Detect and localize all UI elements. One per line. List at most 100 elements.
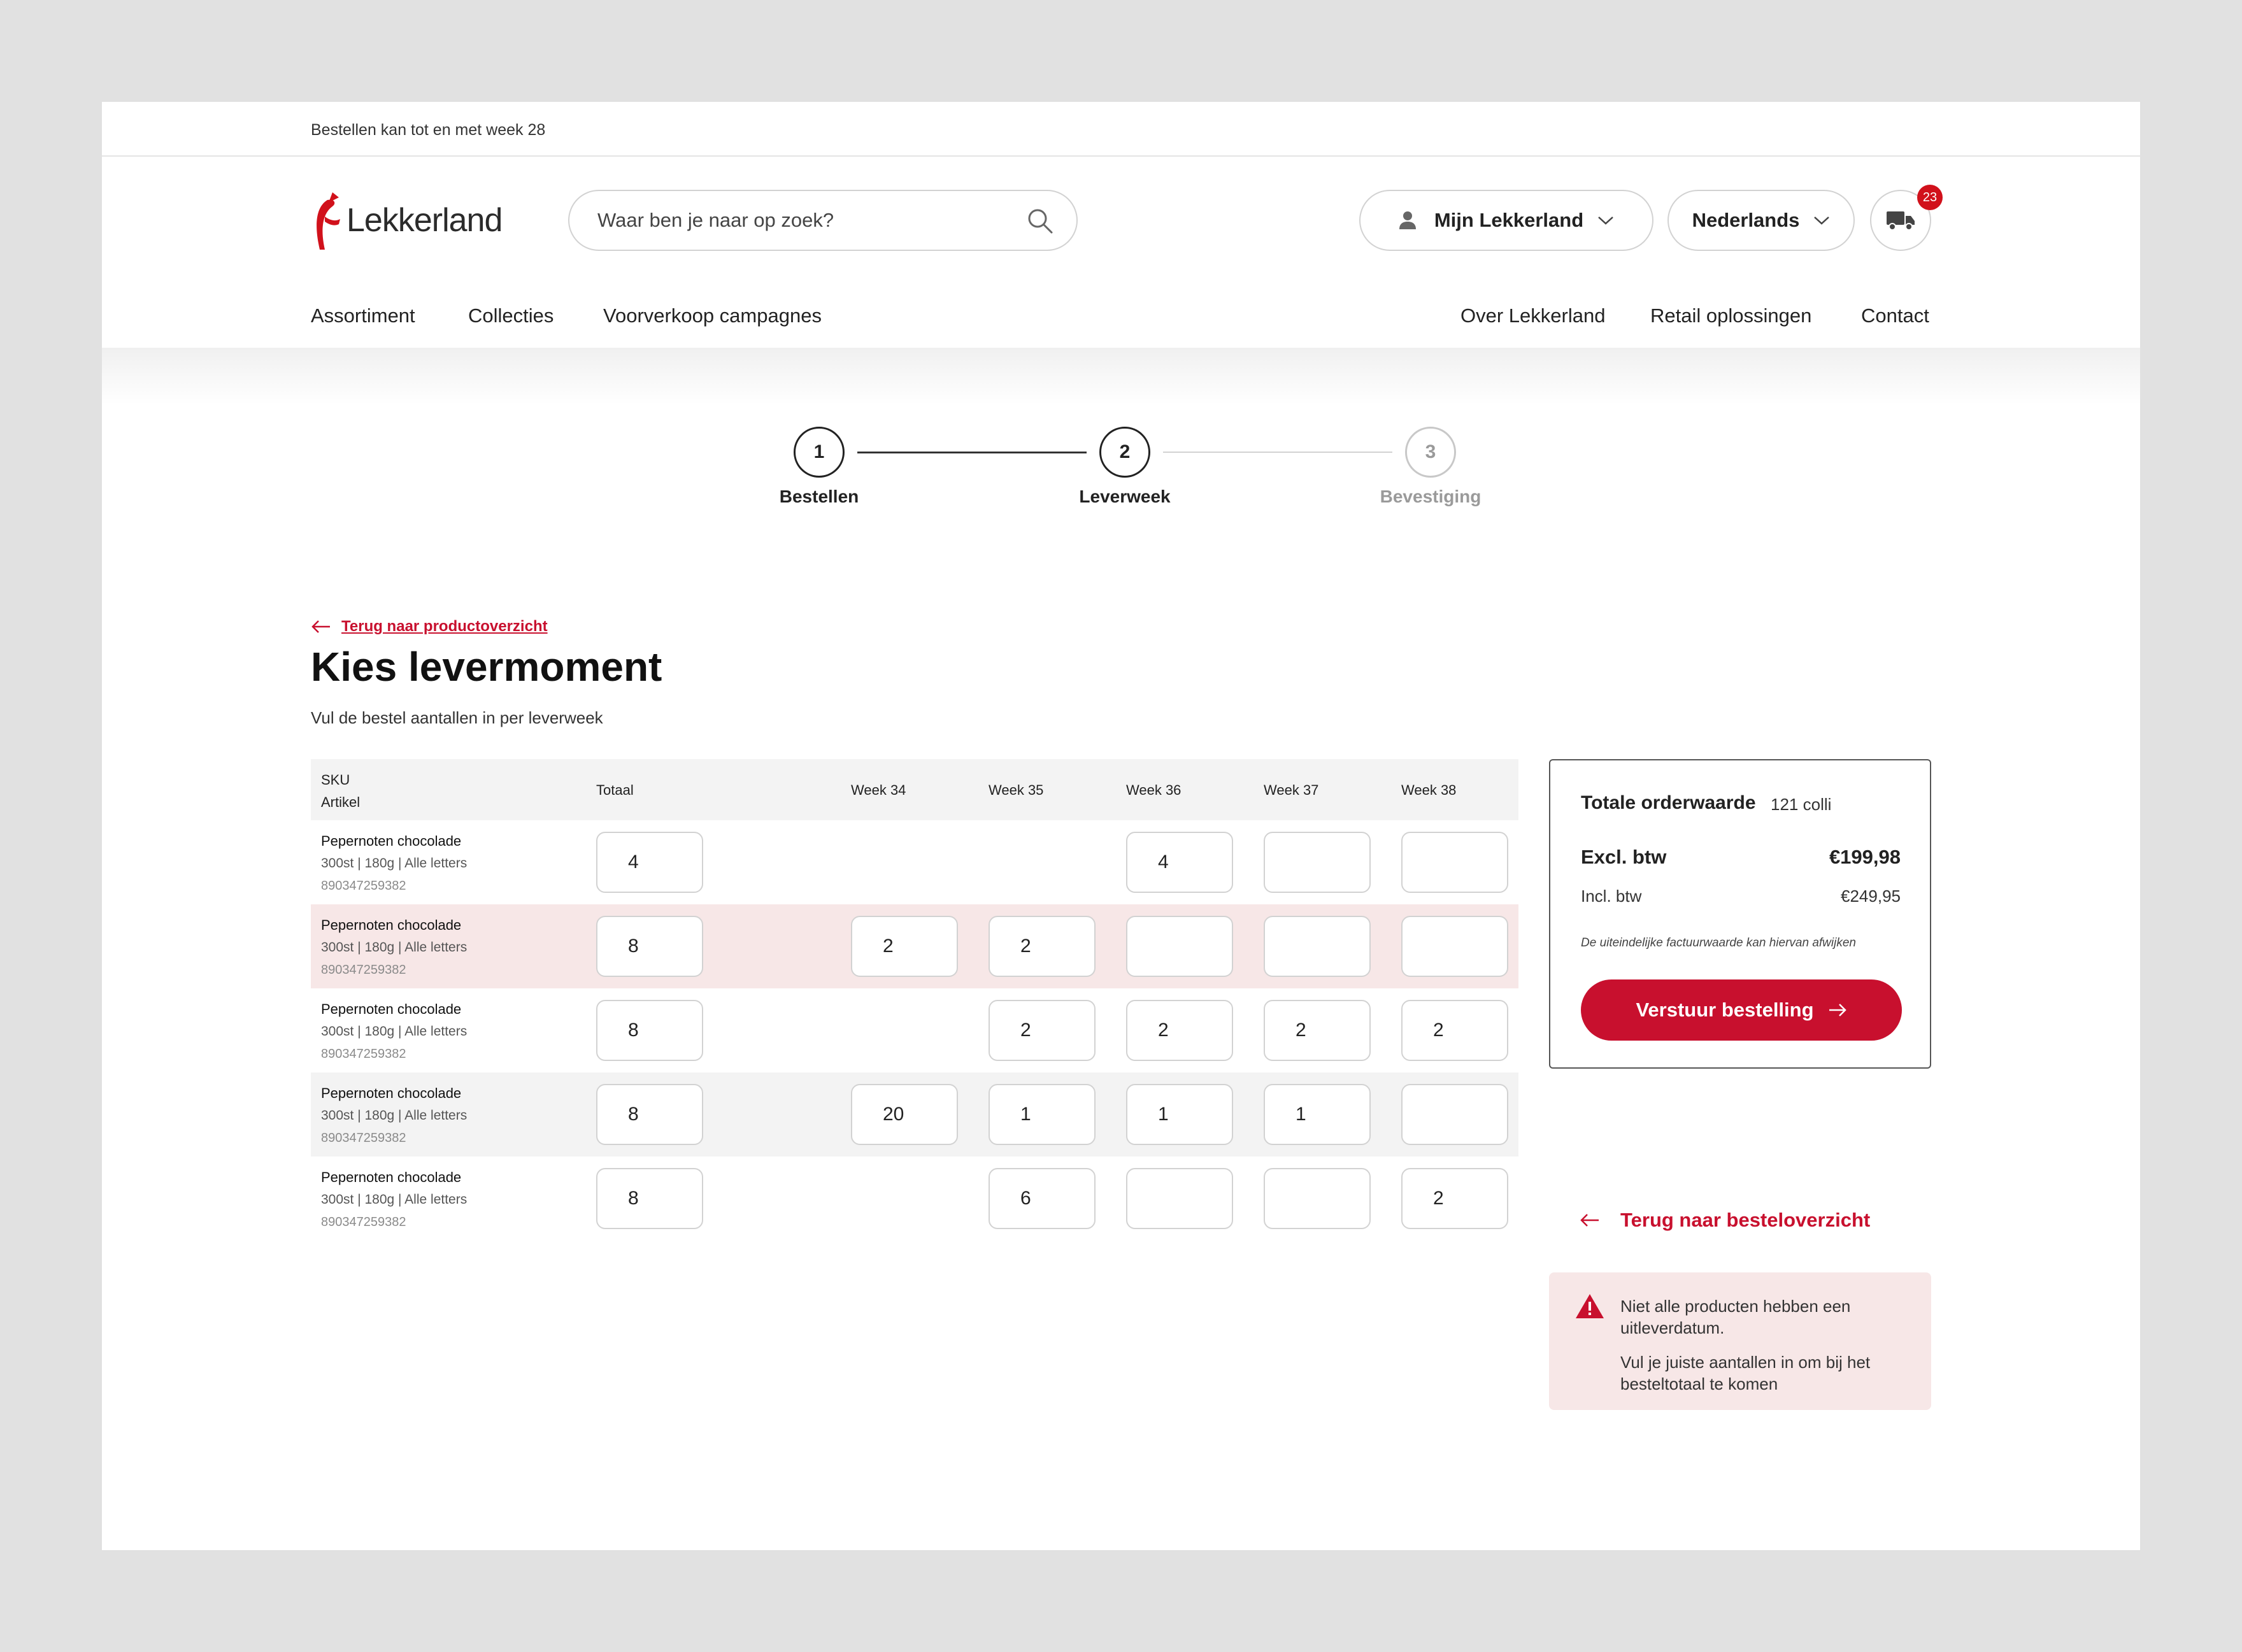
missing-delivery-warning: Niet alle producten hebben een uitleverd… <box>1549 1272 1931 1410</box>
lekkerland-mark-icon <box>317 192 340 250</box>
lekkerland-logo[interactable]: Lekkerland <box>311 189 503 252</box>
week-37-quantity-field[interactable]: 1 <box>1264 1084 1371 1145</box>
total-quantity-field[interactable]: 8 <box>596 1000 703 1061</box>
week-37-quantity-field[interactable] <box>1264 916 1371 977</box>
cart-count-badge: 23 <box>1917 185 1943 210</box>
table-row: Pepernoten chocolade 300st | 180g | Alle … <box>311 988 1518 1072</box>
back-to-products-link[interactable]: Terug naar productoverzicht <box>311 618 548 636</box>
warning-triangle-icon <box>1576 1294 1604 1318</box>
header-shadow <box>102 348 2140 405</box>
language-dropdown[interactable]: Nederlands <box>1667 190 1855 251</box>
col-header-sku: SKU <box>321 772 350 788</box>
week-38-quantity-field[interactable] <box>1401 916 1508 977</box>
week-36-quantity-field[interactable]: 4 <box>1126 832 1233 893</box>
week-37-quantity-field[interactable] <box>1264 1168 1371 1229</box>
product-name: Pepernoten chocolade <box>321 1085 462 1101</box>
total-quantity-field[interactable]: 8 <box>596 916 703 977</box>
nav-item-voorverkoop[interactable]: Voorverkoop campagnes <box>603 304 822 327</box>
product-specs: 300st | 180g | Alle letters <box>321 1024 468 1039</box>
search-icon[interactable] <box>1027 208 1053 234</box>
week-34-quantity-field[interactable]: 20 <box>851 1084 958 1145</box>
product-specs: 300st | 180g | Alle letters <box>321 1108 468 1123</box>
top-notice-bar: Bestellen kan tot en met week 28 <box>102 102 2140 157</box>
week-36-quantity-field[interactable] <box>1126 916 1233 977</box>
week-35-quantity-field[interactable]: 1 <box>989 1084 1096 1145</box>
account-dropdown[interactable]: Mijn Lekkerland <box>1359 190 1653 251</box>
week-36-quantity-field[interactable]: 2 <box>1126 1000 1233 1061</box>
nav-item-over-lekkerland[interactable]: Over Lekkerland <box>1460 304 1605 327</box>
col-header-article: Artikel <box>321 794 361 810</box>
table-row: Pepernoten chocolade 300st | 180g | Alle … <box>311 1072 1518 1157</box>
col-header-week-34: Week 34 <box>851 782 906 798</box>
product-sku: 890347259382 <box>321 1047 406 1061</box>
product-sku: 890347259382 <box>321 1215 406 1229</box>
arrow-left-icon <box>1580 1214 1599 1227</box>
back-to-order-overview-link[interactable]: Terug naar besteloverzicht <box>1580 1209 1870 1232</box>
excl-vat-label: Excl. btw <box>1581 846 1667 868</box>
step-connector <box>857 452 1087 453</box>
week-35-quantity-field[interactable]: 2 <box>989 1000 1096 1061</box>
page-subtitle: Vul de bestel aantallen in per leverweek <box>311 708 603 727</box>
language-label: Nederlands <box>1692 209 1800 231</box>
product-sku: 890347259382 <box>321 879 406 893</box>
product-specs: 300st | 180g | Alle letters <box>321 940 468 955</box>
week-35-quantity-field[interactable]: 2 <box>989 916 1096 977</box>
page-title: Kies levermoment <box>311 644 662 690</box>
product-sku: 890347259382 <box>321 1131 406 1145</box>
incl-vat-value: €249,95 <box>1841 887 1901 906</box>
site-header: Lekkerland Mijn Lekkerland Nederlands <box>102 157 2140 348</box>
step-1-label: Bestellen <box>779 487 859 506</box>
submit-order-label: Verstuur bestelling <box>1636 999 1814 1021</box>
nav-item-retail-oplossingen[interactable]: Retail oplossingen <box>1650 304 1811 327</box>
step-1-circle: 1 <box>794 427 845 478</box>
step-connector <box>1163 452 1392 453</box>
total-quantity-field[interactable]: 4 <box>596 832 703 893</box>
week-34-quantity-field[interactable]: 2 <box>851 916 958 977</box>
total-quantity-field[interactable]: 8 <box>596 1084 703 1145</box>
table-row: Pepernoten chocolade 300st | 180g | Alle … <box>311 1157 1518 1241</box>
excl-vat-value: €199,98 <box>1829 846 1901 868</box>
table-row: Pepernoten chocolade 300st | 180g | Alle … <box>311 904 1518 988</box>
back-link-label: Terug naar productoverzicht <box>341 618 548 635</box>
nav-item-contact[interactable]: Contact <box>1861 304 1929 327</box>
product-name: Pepernoten chocolade <box>321 1001 462 1017</box>
week-35-quantity-field[interactable]: 6 <box>989 1168 1096 1229</box>
chevron-down-icon <box>1814 217 1830 225</box>
week-38-quantity-field[interactable] <box>1401 1084 1508 1145</box>
week-38-quantity-field[interactable]: 2 <box>1401 1168 1508 1229</box>
product-name: Pepernoten chocolade <box>321 917 462 933</box>
warning-message-line-2: Vul je juiste aantallen in om bij het be… <box>1620 1353 1871 1393</box>
back-to-order-label: Terug naar besteloverzicht <box>1620 1209 1871 1231</box>
week-36-quantity-field[interactable] <box>1126 1168 1233 1229</box>
chevron-down-icon <box>1598 217 1613 225</box>
week-38-quantity-field[interactable] <box>1401 832 1508 893</box>
delivery-truck-icon <box>1887 211 1915 231</box>
nav-item-collecties[interactable]: Collecties <box>468 304 553 327</box>
week-38-quantity-field[interactable]: 2 <box>1401 1000 1508 1061</box>
step-3-label: Bevestiging <box>1380 487 1482 506</box>
product-name: Pepernoten chocolade <box>321 833 462 849</box>
product-sku: 890347259382 <box>321 963 406 977</box>
incl-vat-label: Incl. btw <box>1581 887 1642 906</box>
step-2-circle: 2 <box>1099 427 1150 478</box>
order-summary-card: Totale orderwaarde 121 colli Excl. btw €… <box>1549 759 1931 1069</box>
search-bar[interactable] <box>568 190 1078 251</box>
order-deadline-notice: Bestellen kan tot en met week 28 <box>311 121 546 139</box>
col-header-week-35: Week 35 <box>989 782 1044 798</box>
week-37-quantity-field[interactable] <box>1264 832 1371 893</box>
product-name: Pepernoten chocolade <box>321 1169 462 1185</box>
search-input[interactable] <box>597 191 1011 250</box>
summary-colli-count: 121 colli <box>1771 795 1832 814</box>
submit-order-button[interactable]: Verstuur bestelling <box>1581 979 1902 1041</box>
logo-wordmark: Lekkerland <box>346 202 503 239</box>
product-specs: 300st | 180g | Alle letters <box>321 1192 468 1207</box>
step-3-circle: 3 <box>1405 427 1456 478</box>
nav-item-assortiment[interactable]: Assortiment <box>311 304 415 327</box>
col-header-week-38: Week 38 <box>1401 782 1457 798</box>
account-label: Mijn Lekkerland <box>1434 209 1584 231</box>
week-37-quantity-field[interactable]: 2 <box>1264 1000 1371 1061</box>
week-36-quantity-field[interactable]: 1 <box>1126 1084 1233 1145</box>
user-icon <box>1399 211 1416 229</box>
total-quantity-field[interactable]: 8 <box>596 1168 703 1229</box>
product-specs: 300st | 180g | Alle letters <box>321 856 468 871</box>
